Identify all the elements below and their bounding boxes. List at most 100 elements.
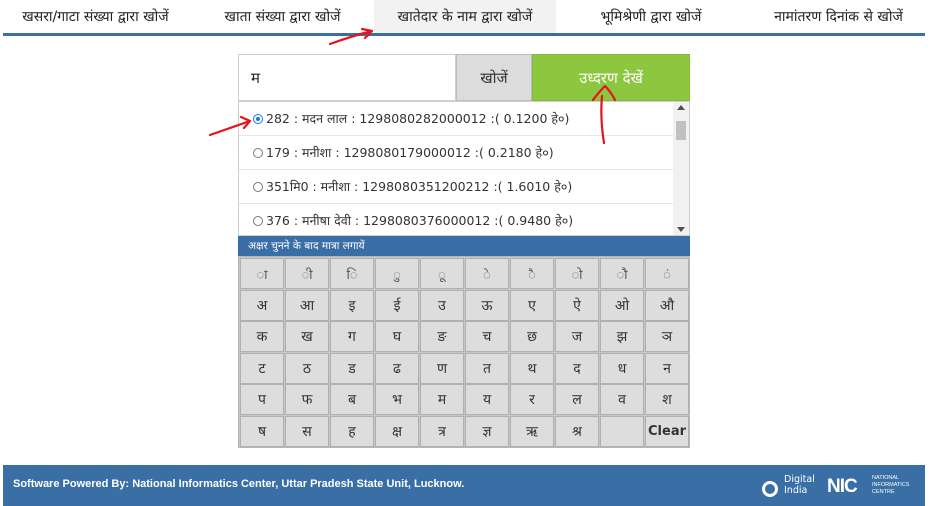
keyboard-key[interactable]: ऐ bbox=[555, 289, 599, 321]
keyboard-key[interactable]: श्र bbox=[555, 416, 599, 447]
keyboard-key[interactable]: ऋ bbox=[510, 416, 554, 447]
footer: Software Powered By: National Informatic… bbox=[3, 465, 925, 506]
keyboard-key[interactable]: ट bbox=[240, 352, 284, 384]
keyboard-key[interactable]: ठ bbox=[285, 352, 329, 384]
keyboard-key[interactable]: ण bbox=[420, 352, 464, 384]
keyboard-key[interactable]: ख bbox=[285, 321, 329, 353]
result-item[interactable]: 376 : मनीषा देवी : 1298080376000012 :( 0… bbox=[239, 204, 673, 235]
nic-logo: NIC NATIONAL INFORMATICS CENTRE bbox=[827, 473, 917, 499]
keyboard-key[interactable]: ध bbox=[600, 352, 644, 384]
radio[interactable] bbox=[253, 181, 263, 192]
digital-india-icon bbox=[762, 481, 778, 497]
result-item[interactable]: 179 : मनीशा : 1298080179000012 :( 0.2180… bbox=[239, 136, 673, 170]
blank-key bbox=[600, 416, 644, 447]
keyboard-key[interactable]: स bbox=[285, 416, 329, 447]
radio[interactable] bbox=[253, 215, 263, 226]
keyboard-key[interactable]: फ bbox=[285, 384, 329, 416]
keyboard-key[interactable]: ऊ bbox=[465, 289, 509, 321]
keyboard-key[interactable]: े bbox=[465, 258, 509, 289]
keyboard-key[interactable]: ज्ञ bbox=[465, 416, 509, 447]
keyboard-key[interactable]: ई bbox=[375, 289, 419, 321]
keyboard-key[interactable]: ग bbox=[330, 321, 374, 353]
result-text: 282 : मदन लाल : 1298080282000012 :( 0.12… bbox=[266, 111, 570, 126]
keyboard-key[interactable]: व bbox=[600, 384, 644, 416]
keyboard-key[interactable]: त्र bbox=[420, 416, 464, 447]
results-scrollbar[interactable] bbox=[673, 102, 689, 235]
keyboard-header: अक्षर चुनने के बाद मात्रा लगायें bbox=[238, 236, 690, 256]
keyboard-key[interactable]: श bbox=[645, 384, 689, 416]
tab-mutation-date[interactable]: नामांतरण दिनांक से खोजें bbox=[746, 0, 931, 33]
keyboard-key[interactable]: ु bbox=[375, 258, 419, 289]
keyboard-key[interactable]: च bbox=[465, 321, 509, 353]
search-row: खोजें उध्दरण देखें bbox=[238, 54, 690, 101]
keyboard-key[interactable]: ी bbox=[285, 258, 329, 289]
keyboard-key[interactable]: ौ bbox=[600, 258, 644, 289]
keyboard-key[interactable]: ए bbox=[510, 289, 554, 321]
keyboard-key[interactable]: ड bbox=[330, 352, 374, 384]
keyboard-key[interactable]: ै bbox=[510, 258, 554, 289]
keyboard-key[interactable]: अ bbox=[240, 289, 284, 321]
keyboard-key[interactable]: द bbox=[555, 352, 599, 384]
keyboard-key[interactable]: ज bbox=[555, 321, 599, 353]
search-button[interactable]: खोजें bbox=[456, 54, 532, 101]
keyboard-key[interactable]: क्ष bbox=[375, 416, 419, 447]
digital-india-logo: Digital India bbox=[760, 471, 820, 501]
keyboard-key[interactable]: ढ bbox=[375, 352, 419, 384]
keyboard-key[interactable]: ो bbox=[555, 258, 599, 289]
keyboard-key[interactable]: आ bbox=[285, 289, 329, 321]
keyboard-key[interactable]: ष bbox=[240, 416, 284, 447]
result-text: 376 : मनीषा देवी : 1298080376000012 :( 0… bbox=[266, 213, 574, 228]
radio-selected[interactable] bbox=[253, 113, 263, 124]
view-extract-button[interactable]: उध्दरण देखें bbox=[532, 54, 690, 101]
keyboard-key[interactable]: ओ bbox=[600, 289, 644, 321]
keyboard-key[interactable]: इ bbox=[330, 289, 374, 321]
keyboard-key[interactable]: घ bbox=[375, 321, 419, 353]
keyboard-key[interactable]: ञ bbox=[645, 321, 689, 353]
keyboard-key[interactable]: ङ bbox=[420, 321, 464, 353]
keyboard-key[interactable]: ह bbox=[330, 416, 374, 447]
keyboard-key[interactable]: झ bbox=[600, 321, 644, 353]
result-text: 179 : मनीशा : 1298080179000012 :( 0.2180… bbox=[266, 145, 554, 160]
keyboard-key[interactable]: ब bbox=[330, 384, 374, 416]
scroll-up-arrow-icon[interactable] bbox=[677, 105, 685, 110]
keyboard-key[interactable]: छ bbox=[510, 321, 554, 353]
keyboard-key[interactable]: म bbox=[420, 384, 464, 416]
digital-india-text: Digital India bbox=[784, 474, 815, 496]
name-search-input[interactable] bbox=[238, 54, 456, 101]
result-item[interactable]: 351मि0 : मनीशा : 1298080351200212 :( 1.6… bbox=[239, 170, 673, 204]
keyboard-key[interactable]: क bbox=[240, 321, 284, 353]
tab-underline-bar bbox=[3, 33, 925, 36]
tab-owner-name[interactable]: खातेदार के नाम द्वारा खोजें bbox=[374, 0, 556, 33]
keyboard-key[interactable]: थ bbox=[510, 352, 554, 384]
hindi-keyboard: ाीिुूेैोौं अ आ इ ई उ ऊ ए ऐ ओ औ क ख ग घ ङ च छ ज झ ञ ट ठ ड ढ ण त थ द ध न… bbox=[238, 256, 690, 448]
tab-land-category[interactable]: भूमिश्रेणी द्वारा खोजें bbox=[556, 0, 746, 33]
keyboard-key[interactable]: औ bbox=[645, 289, 689, 321]
results-list[interactable]: 282 : मदन लाल : 1298080282000012 :( 0.12… bbox=[238, 101, 690, 236]
keyboard-key[interactable]: त bbox=[465, 352, 509, 384]
nic-subtitle: NATIONAL INFORMATICS CENTRE bbox=[872, 475, 910, 495]
keyboard-key[interactable]: ं bbox=[645, 258, 689, 289]
keyboard-key[interactable]: उ bbox=[420, 289, 464, 321]
keyboard-key[interactable]: न bbox=[645, 352, 689, 384]
keyboard-key[interactable]: भ bbox=[375, 384, 419, 416]
keyboard-key[interactable]: प bbox=[240, 384, 284, 416]
footer-credit-text: Software Powered By: National Informatic… bbox=[13, 478, 465, 490]
search-panel: खोजें उध्दरण देखें 282 : मदन लाल : 12980… bbox=[238, 54, 690, 448]
result-item[interactable]: 282 : मदन लाल : 1298080282000012 :( 0.12… bbox=[239, 102, 673, 136]
keyboard-key[interactable]: ू bbox=[420, 258, 464, 289]
scroll-thumb[interactable] bbox=[676, 121, 686, 140]
keyboard-key[interactable]: ा bbox=[240, 258, 284, 289]
keyboard-key[interactable]: ि bbox=[330, 258, 374, 289]
keyboard-key[interactable]: य bbox=[465, 384, 509, 416]
clear-key[interactable]: Clear bbox=[645, 416, 689, 447]
scroll-down-arrow-icon[interactable] bbox=[677, 227, 685, 232]
tab-khata-number[interactable]: खाता संख्या द्वारा खोजें bbox=[191, 0, 374, 33]
page: खसरा/गाटा संख्या द्वारा खोजें खाता संख्य… bbox=[0, 0, 931, 506]
nic-mark: NIC bbox=[827, 476, 858, 497]
result-text: 351मि0 : मनीशा : 1298080351200212 :( 1.6… bbox=[266, 179, 573, 194]
radio[interactable] bbox=[253, 147, 263, 158]
keyboard-key[interactable]: र bbox=[510, 384, 554, 416]
tab-khasra-gata[interactable]: खसरा/गाटा संख्या द्वारा खोजें bbox=[0, 0, 191, 33]
keyboard-key[interactable]: ल bbox=[555, 384, 599, 416]
search-tabs: खसरा/गाटा संख्या द्वारा खोजें खाता संख्य… bbox=[0, 0, 931, 33]
